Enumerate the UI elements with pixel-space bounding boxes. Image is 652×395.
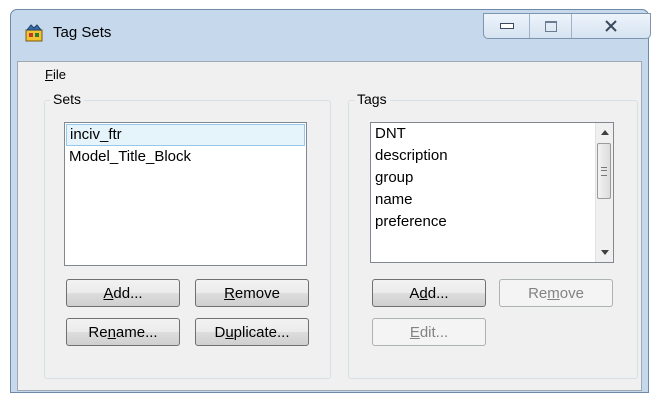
tags-list-item[interactable]: DNT [371, 123, 613, 145]
minimize-button[interactable] [484, 14, 530, 38]
sets-legend: Sets [50, 91, 85, 107]
tags-scrollbar[interactable] [595, 123, 613, 262]
sets-group: Sets inciv_ftr Model_Title_Block Add... … [44, 91, 331, 379]
tags-group: Tags DNT description group name preferen… [348, 91, 638, 379]
window-controls [483, 13, 651, 39]
scroll-down-button[interactable] [596, 244, 613, 261]
maximize-icon [544, 20, 557, 32]
tags-list-item[interactable]: description [371, 145, 613, 167]
scroll-up-button[interactable] [596, 124, 613, 141]
sets-list-item[interactable]: Model_Title_Block [65, 146, 306, 168]
sets-remove-button[interactable]: Remove [195, 279, 309, 307]
window-title: Tag Sets [53, 24, 112, 41]
title-bar[interactable]: Tag Sets [11, 10, 651, 60]
scroll-thumb[interactable] [597, 143, 611, 199]
close-button[interactable] [572, 14, 650, 38]
tags-edit-button[interactable]: Edit... [372, 318, 486, 346]
maximize-button[interactable] [530, 14, 572, 38]
tags-list-item[interactable]: group [371, 167, 613, 189]
tags-remove-button[interactable]: Re m ove [499, 279, 613, 307]
dialog-client-area: File Sets inciv_ftr Model_Title_Block Ad… [17, 61, 642, 391]
sets-rename-button[interactable]: Re n ame... [66, 318, 180, 346]
tag-sets-window: Tag Sets File Sets inciv_ftr Model_Title… [10, 9, 651, 393]
tags-list-item[interactable]: preference [371, 211, 613, 233]
scroll-up-arrow-icon [600, 130, 609, 135]
sets-duplicate-button[interactable]: Du plicate... [195, 318, 309, 346]
sets-add-button[interactable]: Add... [66, 279, 180, 307]
tags-list-item[interactable]: name [371, 189, 613, 211]
scroll-down-arrow-icon [600, 250, 609, 255]
menu-file[interactable]: File [45, 67, 66, 82]
tags-listbox[interactable]: DNT description group name preference [370, 122, 614, 263]
minimize-icon [499, 23, 514, 29]
sets-listbox[interactable]: inciv_ftr Model_Title_Block [64, 122, 307, 266]
grip-icon [601, 166, 607, 176]
tag-sets-app-icon [25, 24, 43, 42]
tags-legend: Tags [354, 91, 390, 107]
tags-add-button[interactable]: Ad d... [372, 279, 486, 307]
sets-list-item[interactable]: inciv_ftr [66, 124, 305, 146]
close-icon [605, 20, 617, 32]
